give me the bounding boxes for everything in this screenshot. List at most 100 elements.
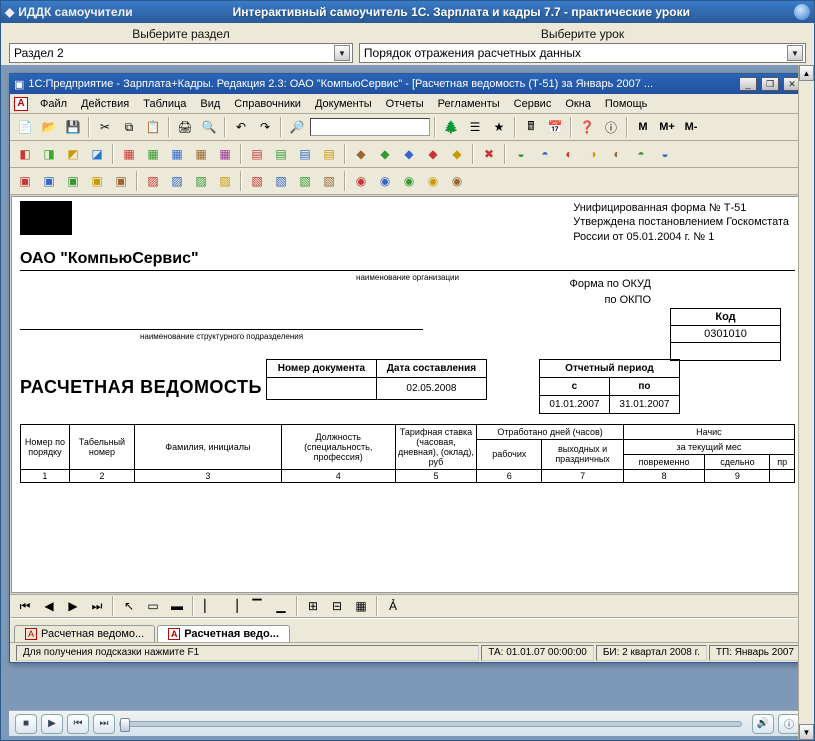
doc-icon[interactable]: ◧ bbox=[14, 143, 36, 165]
cut-icon[interactable]: ✂ bbox=[94, 116, 116, 138]
redo-icon[interactable]: ↷ bbox=[254, 116, 276, 138]
scroll-up-icon[interactable]: ▲ bbox=[799, 65, 814, 81]
calendar-icon[interactable]: 📅 bbox=[544, 116, 566, 138]
report-icon[interactable]: ◉ bbox=[398, 170, 420, 192]
preview-icon[interactable]: 🔍 bbox=[198, 116, 220, 138]
vertical-scrollbar[interactable]: ▲ ▼ bbox=[798, 65, 814, 740]
menu-actions[interactable]: Действия bbox=[75, 96, 135, 112]
merge-icon[interactable]: ⊞ bbox=[302, 595, 324, 617]
doc-icon[interactable]: ◩ bbox=[62, 143, 84, 165]
menu-regulations[interactable]: Регламенты bbox=[432, 96, 506, 112]
doc-icon[interactable]: ◆ bbox=[446, 143, 468, 165]
player-sound-button[interactable]: 🔊 bbox=[752, 714, 774, 734]
search-input[interactable] bbox=[310, 118, 430, 136]
maximize-button[interactable]: ❐ bbox=[761, 77, 779, 91]
lesson-select[interactable]: Порядок отражения расчетных данных ▼ bbox=[359, 43, 806, 63]
report-icon[interactable]: ▣ bbox=[62, 170, 84, 192]
doc-icon[interactable]: ◒ bbox=[510, 143, 532, 165]
tab-doc-2[interactable]: A Расчетная ведо... bbox=[157, 625, 290, 642]
border-right-icon[interactable]: ▕ bbox=[222, 595, 244, 617]
doc-icon[interactable]: ▤ bbox=[294, 143, 316, 165]
cell-icon[interactable]: ▭ bbox=[142, 595, 164, 617]
undo-icon[interactable]: ↶ bbox=[230, 116, 252, 138]
menu-view[interactable]: Вид bbox=[194, 96, 226, 112]
text-icon[interactable]: Ả bbox=[382, 595, 404, 617]
report-icon[interactable]: ◉ bbox=[446, 170, 468, 192]
doc-icon[interactable]: ◆ bbox=[374, 143, 396, 165]
doc-icon[interactable]: ✖ bbox=[478, 143, 500, 165]
report-icon[interactable]: ▧ bbox=[318, 170, 340, 192]
report-icon[interactable]: ▧ bbox=[270, 170, 292, 192]
doc-icon[interactable]: ◨ bbox=[38, 143, 60, 165]
report-icon[interactable]: ▨ bbox=[190, 170, 212, 192]
minimize-button[interactable]: _ bbox=[739, 77, 757, 91]
tree-icon[interactable]: 🌲 bbox=[440, 116, 462, 138]
help-icon[interactable]: ❓ bbox=[576, 116, 598, 138]
doc-icon[interactable]: ◐ bbox=[558, 143, 580, 165]
doc-icon[interactable]: ◑ bbox=[582, 143, 604, 165]
doc-icon[interactable]: ▦ bbox=[190, 143, 212, 165]
border-left-icon[interactable]: ▏ bbox=[198, 595, 220, 617]
nav-last-icon[interactable]: ⏭ bbox=[86, 595, 108, 617]
new-icon[interactable]: 📄 bbox=[14, 116, 36, 138]
border-bottom-icon[interactable]: ▁ bbox=[270, 595, 292, 617]
menu-reports[interactable]: Отчеты bbox=[380, 96, 430, 112]
player-progress[interactable] bbox=[119, 721, 742, 727]
doc-icon[interactable]: ◐ bbox=[606, 143, 628, 165]
doc-icon[interactable]: ◓ bbox=[534, 143, 556, 165]
open-icon[interactable]: 📂 bbox=[38, 116, 60, 138]
doc-icon[interactable]: ◪ bbox=[86, 143, 108, 165]
doc-icon[interactable]: ◓ bbox=[630, 143, 652, 165]
report-icon[interactable]: ▨ bbox=[214, 170, 236, 192]
report-icon[interactable]: ▨ bbox=[142, 170, 164, 192]
favorites-icon[interactable]: ★ bbox=[488, 116, 510, 138]
split-icon[interactable]: ⊟ bbox=[326, 595, 348, 617]
doc-icon[interactable]: ◆ bbox=[350, 143, 372, 165]
player-info-button[interactable]: ⓘ bbox=[778, 714, 800, 734]
pointer-icon[interactable]: ↖ bbox=[118, 595, 140, 617]
player-play-button[interactable]: ▶ bbox=[41, 714, 63, 734]
tutorial-close-button[interactable] bbox=[794, 4, 810, 20]
border-top-icon[interactable]: ▔ bbox=[246, 595, 268, 617]
menu-help[interactable]: Помощь bbox=[599, 96, 654, 112]
report-icon[interactable]: ▧ bbox=[246, 170, 268, 192]
doc-icon[interactable]: ▦ bbox=[118, 143, 140, 165]
document-area[interactable]: Унифицированная форма № Т-51 Утверждена … bbox=[11, 196, 804, 593]
save-icon[interactable]: 💾 bbox=[62, 116, 84, 138]
player-stop-button[interactable]: ■ bbox=[15, 714, 37, 734]
grid-icon[interactable]: ▦ bbox=[350, 595, 372, 617]
menu-windows[interactable]: Окна bbox=[559, 96, 597, 112]
nav-first-icon[interactable]: ⏮ bbox=[14, 595, 36, 617]
player-next-button[interactable]: ⏭ bbox=[93, 714, 115, 734]
menu-service[interactable]: Сервис bbox=[508, 96, 558, 112]
memory-mplus-button[interactable]: M+ bbox=[656, 116, 678, 138]
memory-mminus-button[interactable]: M- bbox=[680, 116, 702, 138]
print-icon[interactable]: 🖨 bbox=[174, 116, 196, 138]
doc-icon[interactable]: ▤ bbox=[318, 143, 340, 165]
report-icon[interactable]: ▨ bbox=[166, 170, 188, 192]
section-select[interactable]: Раздел 2 ▼ bbox=[9, 43, 353, 63]
report-icon[interactable]: ▣ bbox=[86, 170, 108, 192]
chevron-down-icon[interactable]: ▼ bbox=[334, 45, 350, 61]
menu-documents[interactable]: Документы bbox=[309, 96, 378, 112]
report-icon[interactable]: ◉ bbox=[350, 170, 372, 192]
doc-icon[interactable]: ▦ bbox=[214, 143, 236, 165]
list-icon[interactable]: ☰ bbox=[464, 116, 486, 138]
report-icon[interactable]: ◉ bbox=[374, 170, 396, 192]
find-icon[interactable]: 🔎 bbox=[286, 116, 308, 138]
nav-prev-icon[interactable]: ◀ bbox=[38, 595, 60, 617]
report-icon[interactable]: ▧ bbox=[294, 170, 316, 192]
paste-icon[interactable]: 📋 bbox=[142, 116, 164, 138]
scroll-down-icon[interactable]: ▼ bbox=[799, 724, 814, 740]
doc-icon[interactable]: ▦ bbox=[166, 143, 188, 165]
report-icon[interactable]: ▣ bbox=[38, 170, 60, 192]
memory-m-button[interactable]: M bbox=[632, 116, 654, 138]
doc-icon[interactable]: ▤ bbox=[246, 143, 268, 165]
chevron-down-icon[interactable]: ▼ bbox=[787, 45, 803, 61]
report-icon[interactable]: ▣ bbox=[14, 170, 36, 192]
doc-icon[interactable]: ◆ bbox=[422, 143, 444, 165]
doc-icon[interactable]: ◆ bbox=[398, 143, 420, 165]
calc-icon[interactable]: 🖩 bbox=[520, 116, 542, 138]
menu-file[interactable]: Файл bbox=[34, 96, 73, 112]
copy-icon[interactable]: ⧉ bbox=[118, 116, 140, 138]
